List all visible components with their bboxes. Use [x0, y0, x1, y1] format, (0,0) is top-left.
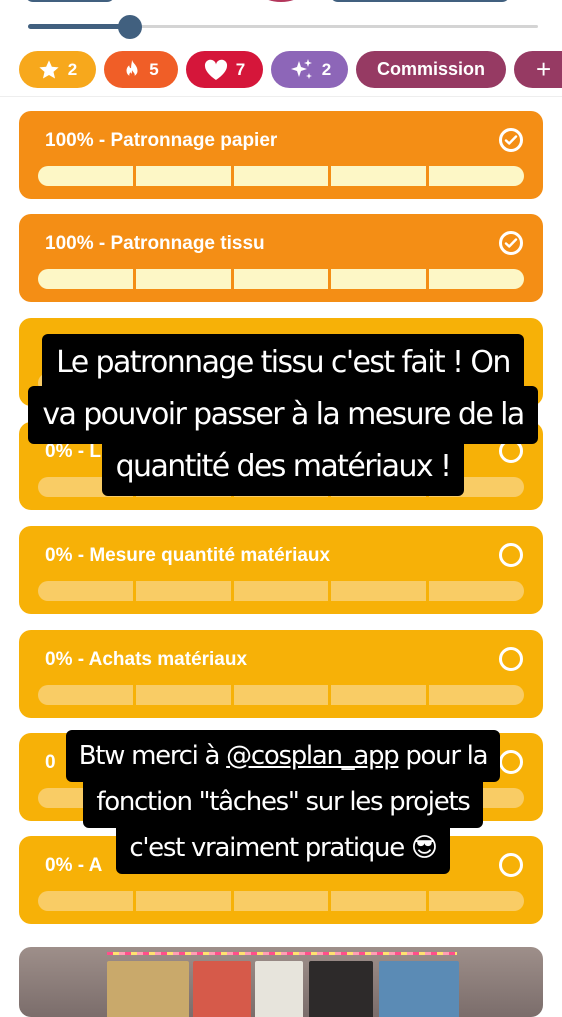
fire-badge[interactable]: 5	[104, 51, 178, 88]
photo-poster	[255, 961, 303, 1017]
task-card[interactable]: 0% - Mesure quantité matériaux	[19, 526, 543, 614]
top-tab-right[interactable]	[330, 0, 510, 2]
task-progress-bar	[38, 581, 524, 601]
progress-segment	[429, 891, 524, 911]
progress-segment	[135, 685, 231, 705]
task-progress-bar	[38, 269, 524, 289]
progress-segment	[331, 891, 427, 911]
caption-2-line-1: Btw merci à @cosplan_app pour la	[65, 730, 501, 782]
sparkle-icon	[288, 58, 314, 82]
check-circle-icon[interactable]	[499, 128, 523, 152]
progress-segment	[38, 166, 133, 186]
progress-segment	[233, 891, 329, 911]
mention-link[interactable]: @cosplan_app	[226, 741, 400, 771]
progress-segment	[429, 166, 524, 186]
task-label: 0% - Achats matériaux	[45, 649, 248, 670]
caption-2-line-3: c'est vraiment pratique 😎	[116, 822, 450, 874]
sparkle-badge[interactable]: 2	[271, 51, 348, 88]
task-progress-bar	[38, 891, 524, 911]
progress-segment	[38, 269, 133, 289]
add-tag-button[interactable]: +	[514, 51, 562, 88]
heart-badge[interactable]: 7	[186, 51, 263, 88]
progress-segment	[135, 581, 231, 601]
progress-segment	[429, 685, 524, 705]
empty-circle-icon[interactable]	[499, 647, 523, 671]
caption-2-text: Btw merci à	[78, 741, 227, 771]
progress-segment	[429, 269, 524, 289]
task-label: 100% - Patronnage tissu	[45, 233, 265, 254]
caption-2-line-2: fonction "tâches" sur les projets	[83, 776, 483, 828]
photo-light-strip	[107, 952, 457, 955]
progress-segment	[429, 581, 524, 601]
project-photo[interactable]	[19, 947, 543, 1017]
caption-1-line-2: va pouvoir passer à la mesure de la	[28, 386, 538, 444]
fire-count: 5	[149, 59, 159, 79]
progress-segment	[38, 891, 133, 911]
check-circle-icon[interactable]	[499, 231, 523, 255]
add-label: +	[536, 54, 552, 84]
progress-segment	[135, 269, 231, 289]
task-progress-bar	[38, 166, 524, 186]
task-card[interactable]: 0% - Achats matériaux	[19, 630, 543, 718]
progress-segment	[38, 581, 133, 601]
task-progress-bar	[38, 685, 524, 705]
progress-segment	[135, 891, 231, 911]
task-card[interactable]: 100% - Patronnage tissu	[19, 214, 543, 302]
photo-poster	[309, 961, 373, 1017]
story-caption-1: Le patronnage tissu c'est fait ! On va p…	[28, 334, 538, 496]
progress-segment	[233, 581, 329, 601]
caption-1-line-1: Le patronnage tissu c'est fait ! On	[42, 334, 524, 392]
task-card[interactable]: 100% - Patronnage papier	[19, 111, 543, 199]
commission-button[interactable]: Commission	[356, 51, 506, 88]
star-count: 2	[67, 59, 78, 79]
photo-poster	[193, 961, 251, 1017]
progress-segment	[233, 685, 329, 705]
progress-segment	[331, 685, 427, 705]
top-tab-middle[interactable]	[262, 0, 300, 2]
fire-icon	[123, 59, 141, 81]
photo-poster	[379, 961, 459, 1017]
task-label: 100% - Patronnage papier	[45, 130, 278, 151]
progress-segment	[135, 166, 231, 186]
progress-slider-thumb[interactable]	[118, 15, 142, 39]
heart-count: 7	[235, 59, 246, 79]
empty-circle-icon[interactable]	[499, 543, 523, 567]
progress-segment	[331, 581, 427, 601]
sparkle-count: 2	[321, 59, 332, 79]
caption-1-line-3: quantité des matériaux !	[101, 438, 465, 496]
commission-label: Commission	[376, 59, 486, 79]
star-icon	[38, 59, 60, 81]
task-label: 0	[45, 752, 56, 773]
progress-segment	[331, 166, 427, 186]
badge-row: 2 5 7 2 Commission +	[19, 51, 562, 88]
story-caption-2: Btw merci à @cosplan_app pour la fonctio…	[63, 730, 503, 874]
photo-poster	[107, 961, 189, 1017]
task-label: 0% - Mesure quantité matériaux	[45, 545, 331, 566]
caption-2-text: pour la	[398, 741, 488, 771]
top-tab-left[interactable]	[25, 0, 115, 2]
progress-segment	[233, 166, 329, 186]
star-badge[interactable]: 2	[19, 51, 96, 88]
heart-icon	[204, 59, 228, 81]
header-divider	[0, 96, 562, 97]
progress-slider-fill	[28, 24, 130, 29]
progress-segment	[38, 685, 133, 705]
progress-segment	[331, 269, 427, 289]
progress-segment	[233, 269, 329, 289]
